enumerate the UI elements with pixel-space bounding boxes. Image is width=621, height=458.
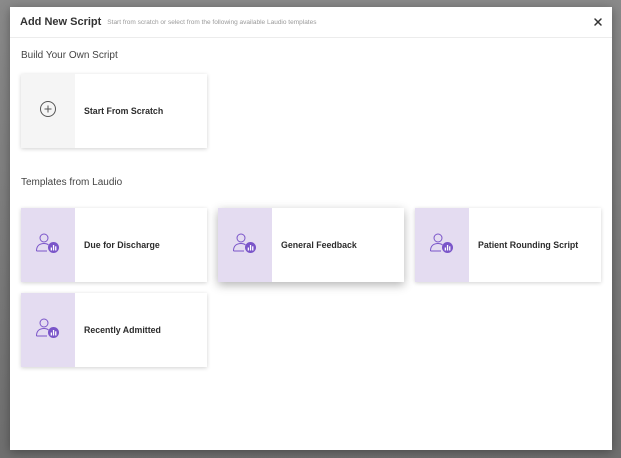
card-label: Recently Admitted (84, 325, 161, 335)
card-icon-area (415, 208, 469, 282)
add-script-modal: Add New Script Start from scratch or sel… (10, 7, 612, 450)
plus-circle-icon (39, 100, 57, 123)
card-icon-area (21, 293, 75, 367)
card-icon-area (21, 74, 75, 148)
person-chart-icon (35, 317, 61, 344)
template-card-patient-rounding-script[interactable]: Patient Rounding Script (415, 208, 601, 282)
card-icon-area (218, 208, 272, 282)
card-label: Due for Discharge (84, 240, 160, 250)
start-from-scratch-card[interactable]: Start From Scratch (21, 74, 207, 148)
close-icon[interactable] (592, 15, 604, 27)
template-card-general-feedback[interactable]: General Feedback (218, 208, 404, 282)
template-card-recently-admitted[interactable]: Recently Admitted (21, 293, 207, 367)
person-chart-icon (232, 232, 258, 259)
build-section-title: Build Your Own Script (21, 50, 118, 61)
template-card-due-for-discharge[interactable]: Due for Discharge (21, 208, 207, 282)
card-label: Start From Scratch (84, 106, 164, 116)
card-icon-area (21, 208, 75, 282)
modal-header: Add New Script Start from scratch or sel… (10, 7, 612, 38)
templates-section-title: Templates from Laudio (21, 177, 123, 188)
card-label: General Feedback (281, 240, 357, 250)
person-chart-icon (35, 232, 61, 259)
card-label: Patient Rounding Script (478, 240, 579, 250)
modal-subtitle: Start from scratch or select from the fo… (107, 19, 317, 26)
modal-title: Add New Script (20, 16, 102, 28)
person-chart-icon (429, 232, 455, 259)
